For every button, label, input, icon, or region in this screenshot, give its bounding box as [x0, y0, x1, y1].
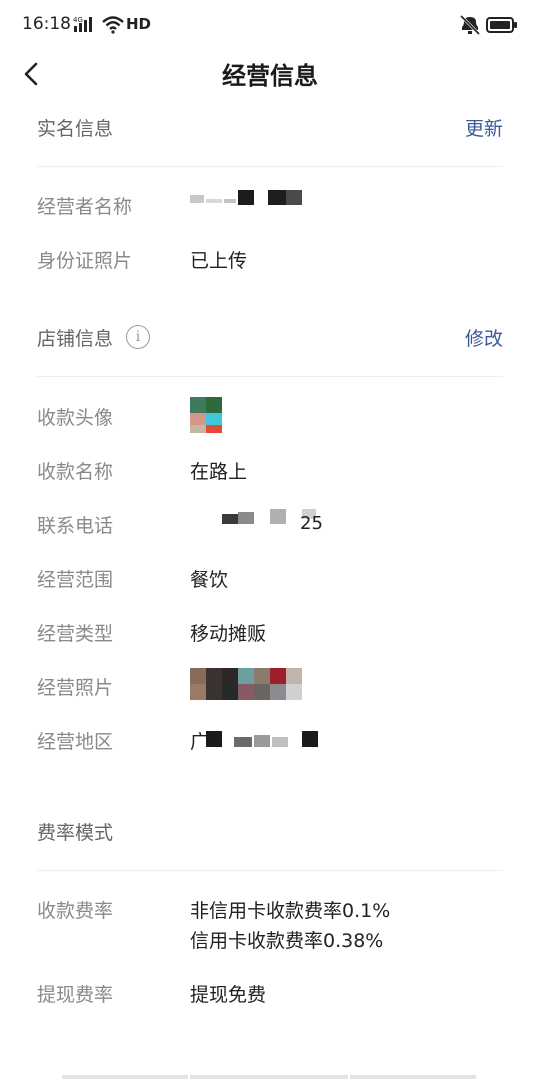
info-icon[interactable]: i	[126, 325, 150, 349]
mute-icon	[459, 14, 481, 36]
status-time: 16:18	[22, 14, 71, 34]
contact-phone-label: 联系电话	[37, 515, 114, 537]
bottom-bar-segment	[62, 1075, 188, 1079]
payee-avatar-label: 收款头像	[37, 407, 114, 429]
payee-name-label: 收款名称	[37, 461, 114, 483]
net-type-label: 4G	[73, 16, 83, 24]
business-scope-value: 餐饮	[190, 569, 229, 591]
id-photo-value: 已上传	[190, 250, 248, 272]
update-button[interactable]: 更新	[465, 114, 503, 141]
bottom-bar-segment	[190, 1075, 348, 1079]
withdraw-fee-value: 提现免费	[190, 984, 267, 1006]
divider	[37, 376, 503, 377]
shop-section-title: 店铺信息	[37, 328, 114, 350]
id-photo-label: 身份证照片	[37, 250, 133, 272]
business-region-redacted	[206, 731, 318, 747]
business-type-label: 经营类型	[37, 623, 114, 645]
nav-bar: 经营信息	[0, 52, 540, 96]
fee-section-title: 费率模式	[37, 822, 114, 844]
status-bar: 16:18 4G HD	[0, 0, 540, 52]
payee-avatar	[190, 397, 222, 433]
page-title: 经营信息	[222, 62, 318, 90]
signal-icon: 4G	[73, 16, 92, 32]
wifi-icon	[102, 16, 124, 34]
business-scope-label: 经营范围	[37, 569, 114, 591]
operator-name-label: 经营者名称	[37, 196, 133, 218]
divider	[37, 870, 503, 871]
hd-indicator: HD	[126, 15, 152, 33]
contact-phone-value: 25	[300, 513, 323, 534]
payee-name-value: 在路上	[190, 461, 248, 483]
business-photos[interactable]	[190, 668, 304, 700]
business-type-value: 移动摊贩	[190, 623, 267, 645]
non-credit-fee-value: 非信用卡收款费率0.1%	[190, 900, 391, 922]
credit-fee-value: 信用卡收款费率0.38%	[190, 930, 384, 952]
battery-icon	[486, 17, 517, 33]
operator-name-redacted	[190, 190, 302, 205]
divider	[37, 166, 503, 167]
business-region-label: 经营地区	[37, 731, 114, 753]
bottom-bar-segment	[350, 1075, 476, 1079]
real-name-section-title: 实名信息	[37, 118, 114, 140]
modify-button[interactable]: 修改	[465, 324, 503, 351]
collection-fee-label: 收款费率	[37, 900, 114, 922]
business-photo-label: 经营照片	[37, 677, 114, 699]
withdraw-fee-label: 提现费率	[37, 984, 114, 1006]
